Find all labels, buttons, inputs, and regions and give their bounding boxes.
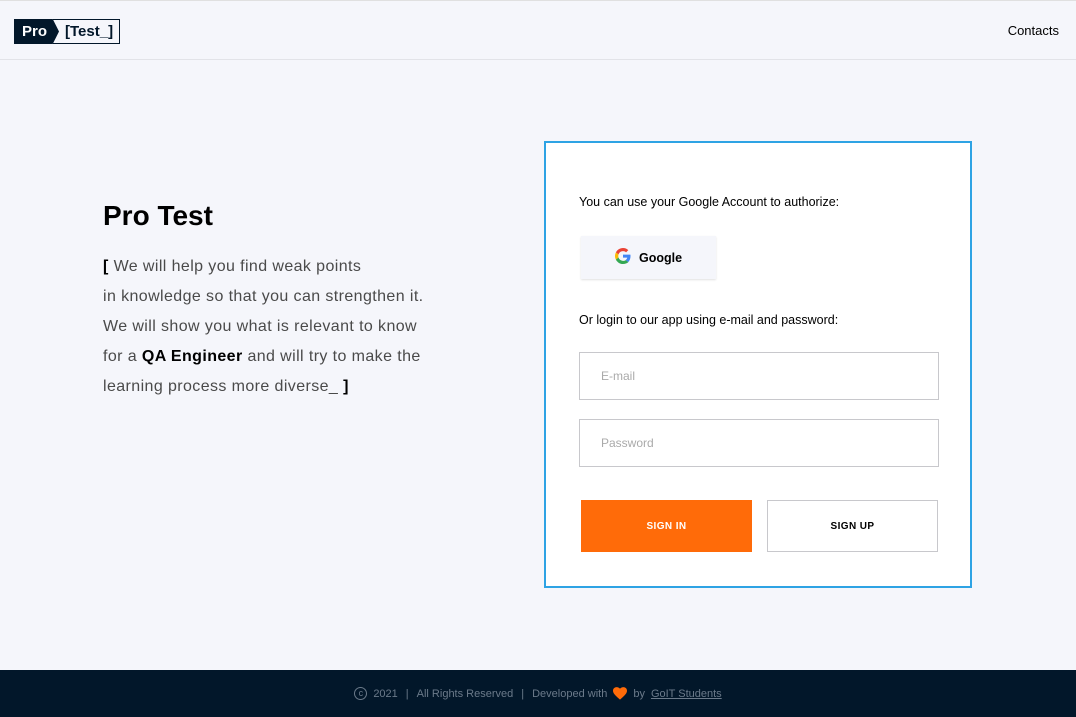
copyright-icon: c bbox=[354, 687, 368, 700]
logo-pro: Pro bbox=[14, 19, 60, 44]
footer-year: 2021 bbox=[373, 687, 398, 700]
contacts-link[interactable]: Contacts bbox=[1008, 23, 1059, 38]
footer-developed: Developed with bbox=[532, 687, 608, 700]
close-bracket: ] bbox=[343, 378, 349, 395]
intro-section: Pro Test [ We will help you find weak po… bbox=[103, 200, 483, 402]
intro-line-4-pre: for a bbox=[103, 348, 142, 365]
footer-separator: | bbox=[521, 687, 525, 700]
goit-students-link[interactable]: GoIT Students bbox=[651, 688, 722, 700]
login-card: You can use your Google Account to autho… bbox=[544, 141, 972, 588]
email-field[interactable] bbox=[579, 352, 939, 400]
intro-line-3: We will show you what is relevant to kno… bbox=[103, 318, 418, 335]
intro-line-2: in knowledge so that you can strengthen … bbox=[103, 288, 424, 305]
google-sign-in-button[interactable]: Google bbox=[581, 236, 716, 279]
google-prompt: You can use your Google Account to autho… bbox=[579, 195, 840, 209]
email-prompt: Or login to our app using e-mail and pas… bbox=[579, 313, 839, 327]
site-footer: c 2021 | All Rights Reserved | Developed… bbox=[0, 670, 1076, 717]
sign-in-button[interactable]: SIGN IN bbox=[581, 500, 752, 552]
logo[interactable]: Pro [Test_] bbox=[14, 19, 121, 44]
footer-separator: | bbox=[405, 687, 409, 700]
intro-line-1: We will help you find weak points bbox=[108, 258, 362, 275]
google-button-label: Google bbox=[638, 250, 683, 265]
intro-line-5: learning process more diverse_ bbox=[103, 378, 344, 395]
qa-engineer-highlight: QA Engineer bbox=[141, 348, 243, 365]
intro-description: [ We will help you find weak points in k… bbox=[103, 252, 483, 402]
page-title: Pro Test bbox=[103, 200, 213, 231]
logo-test: [Test_] bbox=[53, 19, 121, 44]
site-header: Pro [Test_] Contacts bbox=[0, 0, 1076, 60]
heart-icon bbox=[613, 687, 628, 700]
intro-line-4-post: and will try to make the bbox=[242, 348, 421, 365]
password-field[interactable] bbox=[579, 419, 939, 467]
google-g-icon bbox=[614, 248, 631, 267]
footer-rights: All Rights Reserved bbox=[416, 687, 514, 700]
sign-up-button[interactable]: SIGN UP bbox=[767, 500, 938, 552]
footer-by: by bbox=[633, 687, 645, 700]
